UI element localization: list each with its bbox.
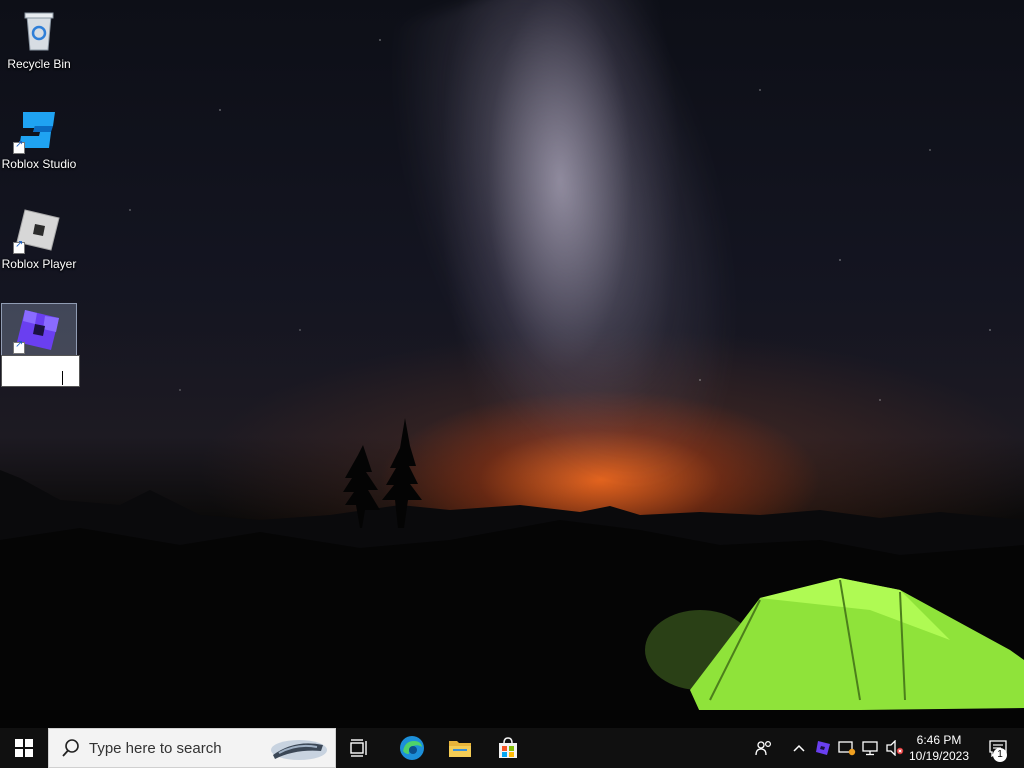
search-highlight-image	[271, 740, 327, 760]
shortcut-arrow-icon	[13, 339, 25, 354]
desktop-wallpaper	[0, 0, 1024, 728]
start-button[interactable]	[0, 728, 48, 768]
security-icon	[838, 741, 856, 756]
taskbar: Type here to search	[0, 728, 1024, 768]
taskbar-search-box[interactable]: Type here to search	[48, 728, 336, 768]
desktop-icon-roblox-player[interactable]: Roblox Player	[0, 206, 78, 271]
desktop-icon-label: Recycle Bin	[7, 57, 71, 71]
shortcut-arrow-icon	[13, 139, 25, 154]
tray-network-button[interactable]	[860, 728, 882, 768]
desktop-icon-label: Roblox Studio	[1, 157, 77, 171]
search-icon	[62, 739, 79, 757]
landscape-silhouette	[0, 418, 1024, 728]
network-icon	[862, 741, 878, 756]
search-placeholder: Type here to search	[89, 739, 222, 757]
desktop-icon-roblox-app-selected[interactable]	[1, 303, 77, 357]
taskbar-edge[interactable]	[388, 728, 436, 768]
shortcut-arrow-icon	[13, 239, 25, 254]
tray-security-button[interactable]	[836, 728, 858, 768]
desktop-icon-roblox-studio[interactable]: Roblox Studio	[0, 106, 78, 171]
roblox-studio-icon	[13, 106, 63, 154]
chevron-up-icon	[793, 744, 805, 752]
people-icon	[755, 740, 772, 756]
rename-input[interactable]	[1, 355, 80, 387]
roblox-player-icon	[13, 206, 63, 254]
taskbar-clock[interactable]: 6:46 PM 10/19/2023	[906, 728, 972, 768]
notification-count-badge: 1	[993, 748, 1007, 762]
text-caret	[62, 371, 63, 385]
desktop-icon-recycle-bin[interactable]: Recycle Bin	[0, 6, 78, 71]
recycle-bin-icon	[15, 6, 63, 54]
desktop-icon-label: Roblox Player	[1, 257, 77, 271]
clock-time: 6:46 PM	[916, 733, 962, 747]
volume-muted-icon	[886, 740, 904, 756]
tray-volume-button[interactable]	[884, 728, 906, 768]
store-icon	[499, 737, 517, 758]
windows-logo-icon	[15, 739, 33, 757]
task-view-button[interactable]	[340, 728, 380, 768]
roblox-tray-icon	[816, 741, 830, 755]
folder-icon	[449, 741, 471, 757]
tray-people-button[interactable]	[750, 728, 778, 768]
taskbar-file-explorer[interactable]	[436, 728, 484, 768]
tray-show-hidden-icons-button[interactable]	[788, 728, 810, 768]
tray-roblox-button[interactable]	[812, 728, 834, 768]
clock-date: 10/19/2023	[908, 749, 970, 763]
roblox-app-icon	[13, 306, 63, 354]
edge-icon	[400, 736, 424, 760]
task-view-icon	[350, 739, 367, 757]
taskbar-microsoft-store[interactable]	[484, 728, 532, 768]
